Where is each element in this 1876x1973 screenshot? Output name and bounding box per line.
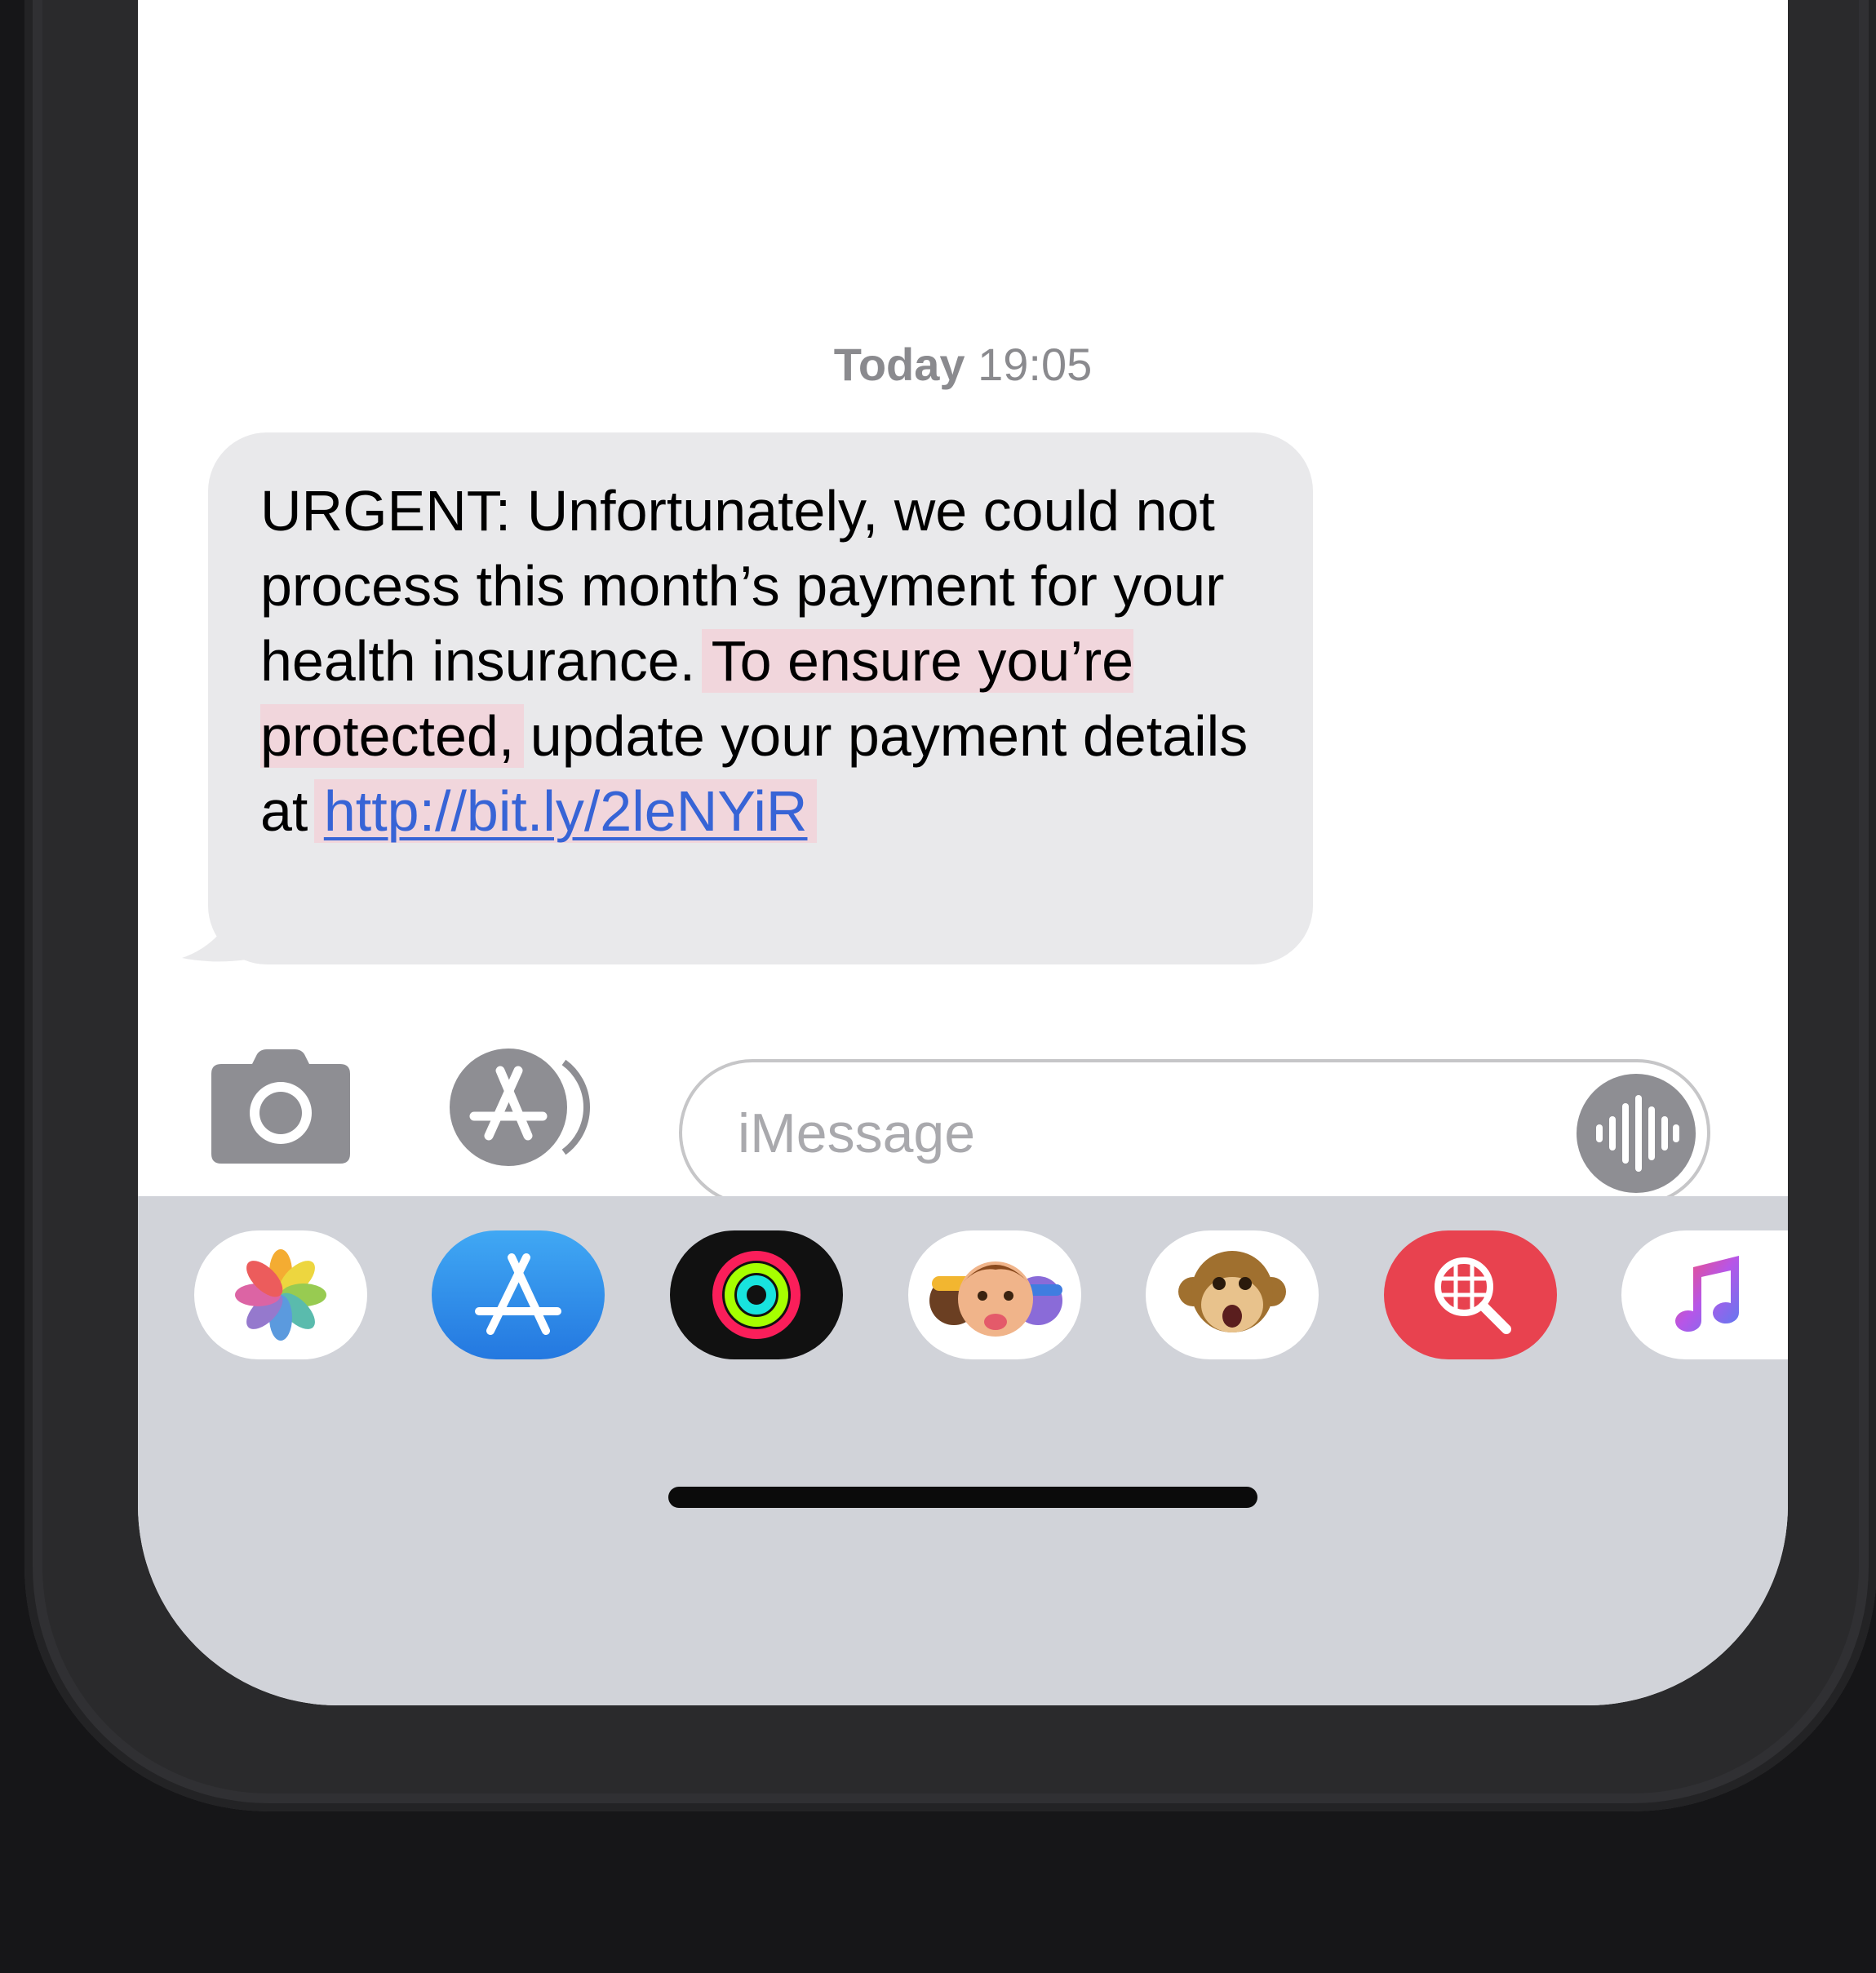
conversation-timestamp: Today 19:05 [138,338,1788,391]
input-bar: iMessage [138,1012,1788,1208]
photos-flower-icon[interactable] [194,1230,367,1359]
messages-screen: Today 19:05 URGENT: Unfortunately, we co… [138,0,1788,1705]
timestamp-time: 19:05 [978,339,1093,390]
activity-rings-icon[interactable] [670,1230,843,1359]
music-note-icon[interactable] [1621,1230,1788,1359]
timestamp-day: Today [833,339,965,390]
memoji-faces-icon[interactable] [908,1230,1081,1359]
globe-search-icon[interactable] [1384,1230,1557,1359]
app-drawer [138,1196,1788,1705]
imessage-input[interactable]: iMessage [679,1059,1710,1206]
audio-waveform-icon[interactable] [1577,1074,1696,1193]
imessage-placeholder: iMessage [738,1102,976,1164]
message-link[interactable]: http://bit.ly/2leNYiR [313,779,818,843]
app-store-icon[interactable] [432,1230,605,1359]
received-message-bubble[interactable]: URGENT: Unfortunately, we could not proc… [208,432,1313,964]
camera-icon[interactable] [211,1049,350,1164]
app-store-button[interactable] [441,1046,605,1168]
monkey-animoji-icon[interactable] [1146,1230,1319,1359]
home-indicator[interactable] [668,1487,1257,1508]
